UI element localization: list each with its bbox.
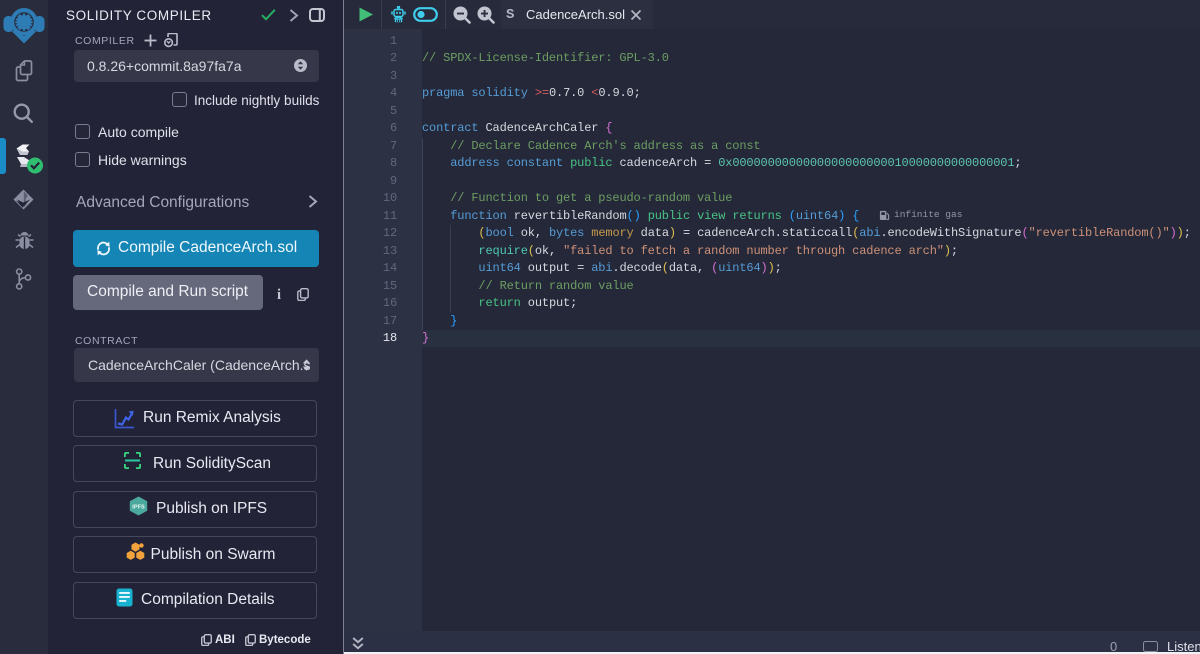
svg-text:IPFS: IPFS	[132, 505, 145, 511]
